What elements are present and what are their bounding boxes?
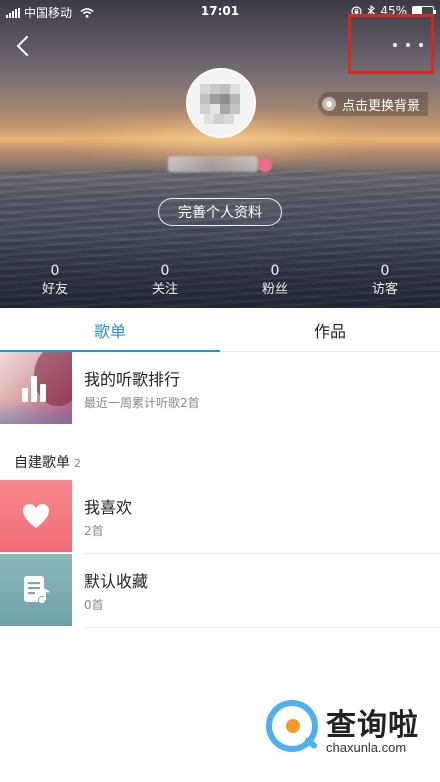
heart-icon	[23, 504, 49, 528]
more-options-button[interactable]	[393, 36, 423, 54]
chevron-left-icon	[16, 36, 28, 56]
stat-label: 粉丝	[261, 282, 288, 297]
ranking-cover	[0, 352, 72, 424]
avatar[interactable]	[186, 68, 256, 138]
liked-cover	[0, 480, 72, 552]
music-file-icon	[24, 576, 50, 605]
playlist-title: 默认收藏	[84, 572, 149, 591]
playlist-count: 0首	[84, 598, 104, 612]
playlist-row-liked[interactable]: 我喜欢 2首	[0, 480, 440, 554]
custom-playlists-count: 2	[74, 457, 81, 470]
tab-playlists[interactable]: 歌单	[0, 308, 220, 352]
custom-playlists-title: 自建歌单	[14, 455, 70, 471]
back-button[interactable]	[10, 32, 34, 60]
watermark-logo: 查询啦 chaxunla.com	[262, 698, 438, 760]
stat-value: 0	[270, 263, 280, 279]
custom-playlists-header: 自建歌单 2	[14, 452, 81, 472]
stat-following[interactable]: 0 关注	[110, 262, 220, 304]
vip-badge-icon	[258, 158, 272, 172]
stat-label: 关注	[151, 282, 178, 297]
stat-value: 0	[160, 263, 170, 279]
stat-label: 访客	[371, 282, 398, 297]
stat-value: 0	[380, 263, 390, 279]
more-dot-icon	[406, 43, 410, 47]
stat-label: 好友	[41, 282, 68, 297]
bar-chart-icon	[22, 374, 50, 402]
listening-ranking-row[interactable]: 我的听歌排行 最近一周累计听歌2首	[0, 352, 440, 426]
stat-friends[interactable]: 0 好友	[0, 262, 110, 304]
ranking-cover-shade	[0, 400, 72, 424]
stat-visitors[interactable]: 0 访客	[330, 262, 440, 304]
username-blurred	[168, 156, 258, 172]
stat-fans[interactable]: 0 粉丝	[220, 262, 330, 304]
more-dot-icon	[393, 43, 397, 47]
ranking-title: 我的听歌排行	[84, 370, 181, 389]
change-background-button[interactable]: 点击更换背景	[318, 92, 429, 116]
tab-works[interactable]: 作品	[220, 308, 440, 351]
playlist-count: 2首	[84, 524, 104, 538]
camera-dot-icon	[322, 97, 336, 111]
stats-bar: 0 好友 0 关注 0 粉丝 0 访客	[0, 262, 440, 304]
stat-value: 0	[50, 263, 60, 279]
playlist-title: 我喜欢	[84, 498, 133, 517]
more-dot-icon	[419, 43, 423, 47]
playlist-row-default[interactable]: 默认收藏 0首	[0, 554, 440, 628]
watermark-brand: 查询啦	[326, 708, 419, 743]
watermark-url: chaxunla.com	[326, 740, 407, 755]
tab-bar: 歌单 作品	[0, 308, 440, 352]
ranking-subtitle: 最近一周累计听歌2首	[84, 396, 200, 410]
edit-profile-button[interactable]: 完善个人资料	[158, 198, 282, 226]
row-divider	[84, 627, 440, 628]
default-cover	[0, 554, 72, 626]
change-background-label: 点击更换背景	[342, 98, 421, 114]
edit-profile-label: 完善个人资料	[178, 205, 262, 221]
